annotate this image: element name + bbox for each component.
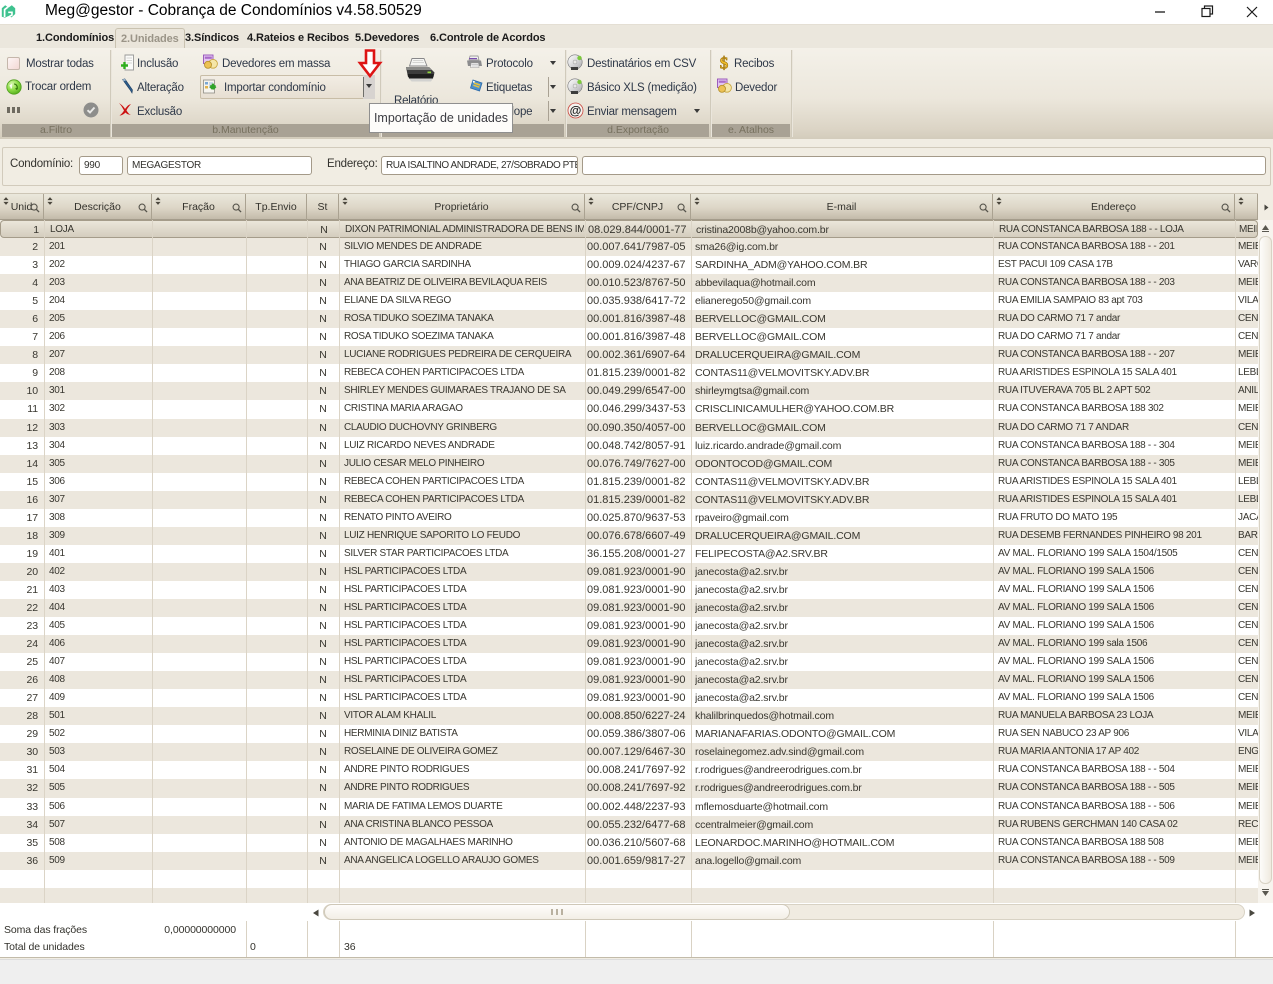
svg-text:$: $ bbox=[720, 54, 729, 71]
svg-text:@: @ bbox=[570, 104, 582, 118]
